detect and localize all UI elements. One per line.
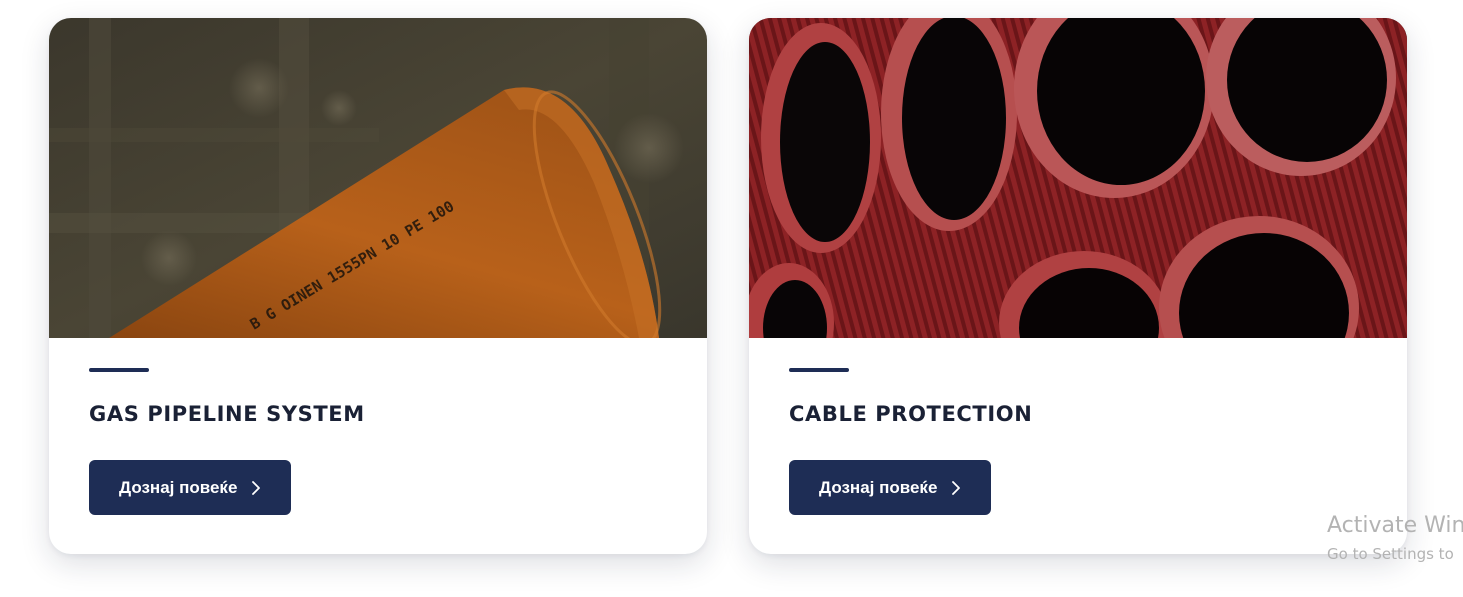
watermark-title: Activate Win	[1327, 513, 1463, 538]
learn-more-button[interactable]: Дознај повеќе	[89, 460, 292, 515]
gas-pipeline-image: B G OINEN 1555PN 10 PE 100	[49, 18, 707, 338]
red-corrugated-pipes-photo	[749, 18, 1407, 338]
orange-pipe-photo: B G OINEN 1555PN 10 PE 100	[49, 18, 707, 338]
windows-activation-watermark: Activate Win Go to Settings to	[1327, 512, 1463, 565]
chevron-right-icon	[952, 480, 961, 495]
learn-more-label: Дознај повеќе	[119, 477, 238, 497]
product-card-cable-protection: CABLE PROTECTION Дознај повеќе	[749, 18, 1407, 554]
card-title: CABLE PROTECTION	[789, 402, 1033, 426]
learn-more-button[interactable]: Дознај повеќе	[789, 460, 992, 515]
card-body: CABLE PROTECTION Дознај повеќе	[749, 338, 1407, 515]
watermark-subtitle: Go to Settings to	[1327, 545, 1454, 563]
cable-protection-image	[749, 18, 1407, 338]
product-card-gas-pipeline: B G OINEN 1555PN 10 PE 100 GAS PIPELINE …	[49, 18, 707, 554]
card-title: GAS PIPELINE SYSTEM	[89, 402, 365, 426]
accent-line	[789, 368, 849, 372]
card-body: GAS PIPELINE SYSTEM Дознај повеќе	[49, 338, 707, 515]
learn-more-label: Дознај повеќе	[819, 477, 938, 497]
page: B G OINEN 1555PN 10 PE 100 GAS PIPELINE …	[0, 0, 1463, 597]
chevron-right-icon	[252, 480, 261, 495]
accent-line	[89, 368, 149, 372]
